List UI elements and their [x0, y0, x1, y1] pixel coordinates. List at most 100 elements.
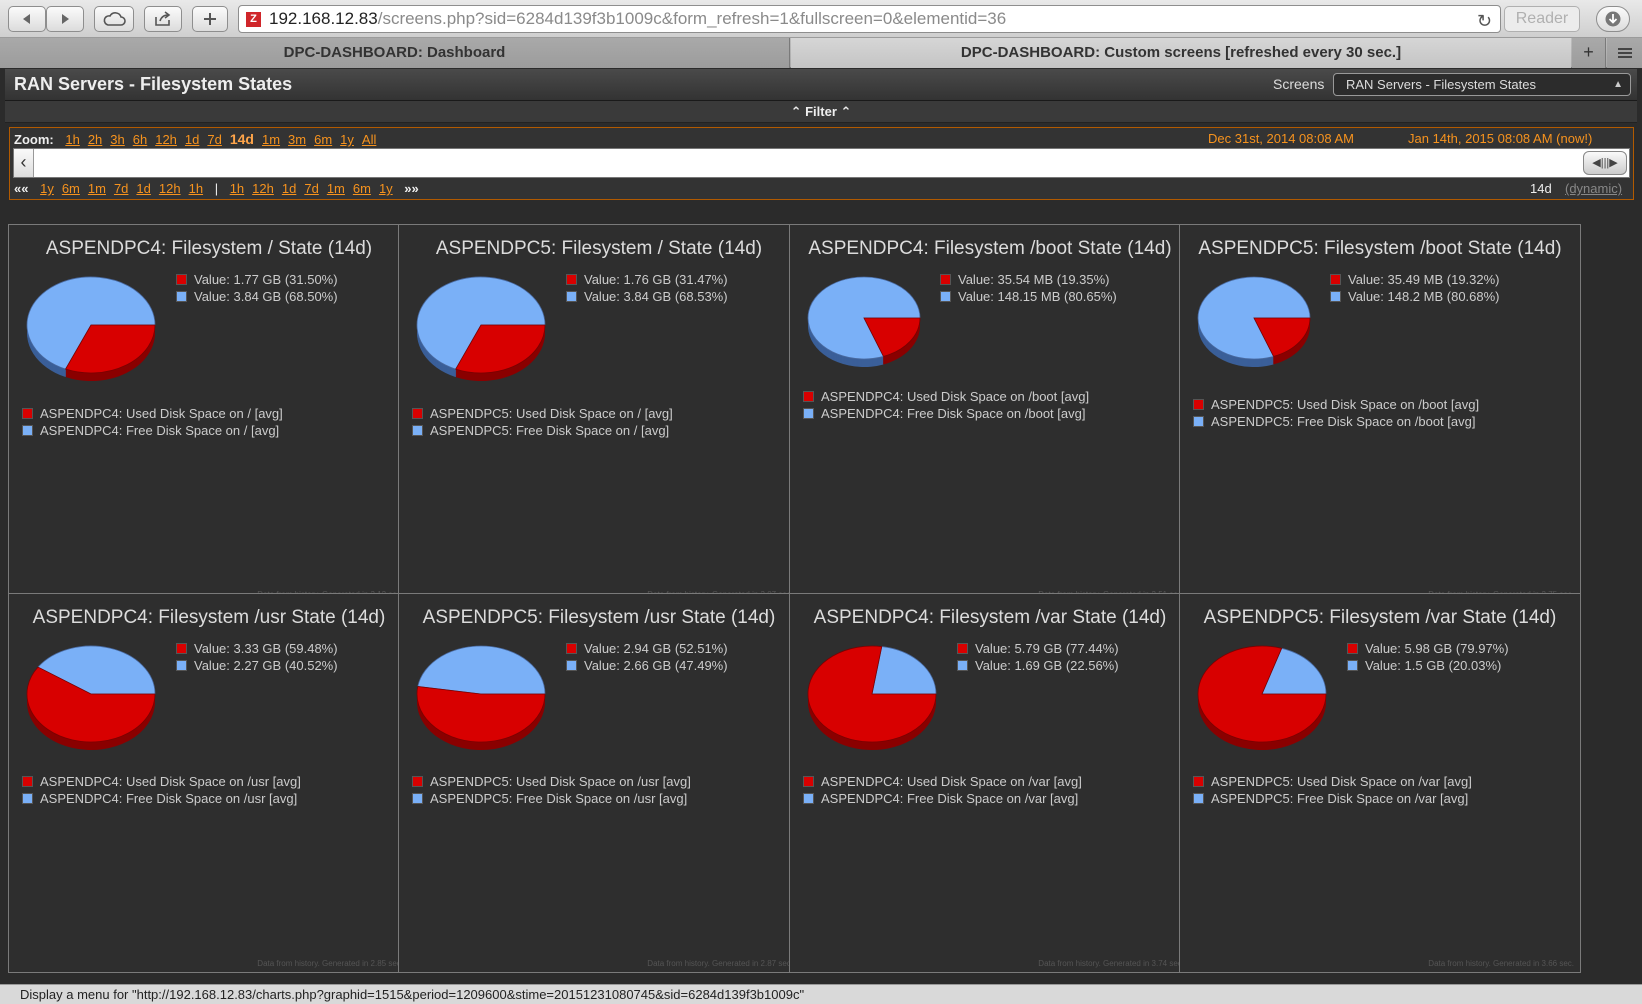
zoom-option-7d[interactable]: 7d — [207, 132, 221, 147]
legend-swatch — [940, 291, 951, 302]
nav-back-arrows[interactable]: «« — [14, 181, 28, 196]
nav-back-7d[interactable]: 7d — [114, 181, 128, 196]
nav-forward-7d[interactable]: 7d — [304, 181, 318, 196]
value-legend: Value: 35.49 MB (19.32%) Value: 148.2 MB … — [1330, 271, 1500, 305]
new-tab-button[interactable] — [192, 6, 228, 32]
nav-forward-1h[interactable]: 1h — [230, 181, 244, 196]
zoom-label: Zoom: — [14, 132, 54, 147]
legend-swatch — [176, 291, 187, 302]
nav-back-1h[interactable]: 1h — [189, 181, 203, 196]
graph-panel[interactable]: ASPENDPC5: Filesystem /boot State (14d) V… — [1179, 224, 1581, 604]
new-tab-plus-icon[interactable]: + — [1572, 38, 1606, 68]
used-series-row: ASPENDPC5: Used Disk Space on /var [avg] — [1193, 773, 1472, 790]
zoom-option-All[interactable]: All — [362, 132, 376, 147]
value-legend: Value: 5.79 GB (77.44%) Value: 1.69 GB (2… — [957, 640, 1119, 674]
free-series-row: ASPENDPC4: Free Disk Space on /usr [avg] — [22, 790, 301, 807]
timeline-control: Zoom: 1h 2h 3h 6h 12h 1d 7d 14d 1m 3m 6m 1y All Dec … — [9, 127, 1634, 200]
free-value-row: Value: 148.2 MB (80.68%) — [1330, 288, 1500, 305]
used-value-row: Value: 2.94 GB (52.51%) — [566, 640, 728, 657]
pie-chart — [807, 276, 921, 367]
address-bar[interactable]: Z 192.168.12.83/screens.php?sid=6284d139… — [238, 5, 1501, 33]
nav-forward-1d[interactable]: 1d — [282, 181, 296, 196]
nav-forward-1y[interactable]: 1y — [379, 181, 393, 196]
zoom-option-1h[interactable]: 1h — [65, 132, 79, 147]
zoom-option-6h[interactable]: 6h — [133, 132, 147, 147]
used-series-label: ASPENDPC5: Used Disk Space on / [avg] — [430, 406, 673, 421]
zoom-option-1y[interactable]: 1y — [340, 132, 354, 147]
zoom-option-3m[interactable]: 3m — [288, 132, 306, 147]
used-series-row: ASPENDPC4: Used Disk Space on /var [avg] — [803, 773, 1082, 790]
zoom-option-2h[interactable]: 2h — [88, 132, 102, 147]
graph-panel[interactable]: ASPENDPC5: Filesystem /var State (14d) Va… — [1179, 593, 1581, 973]
nav-forward-options: 1h 12h 1d 7d 1m 6m 1y — [230, 181, 401, 196]
free-value-row: Value: 2.66 GB (47.49%) — [566, 657, 728, 674]
back-button[interactable] — [8, 6, 46, 32]
nav-back-1m[interactable]: 1m — [88, 181, 106, 196]
graph-title: ASPENDPC5: Filesystem /var State (14d) — [1203, 607, 1557, 628]
forward-button[interactable] — [46, 6, 84, 32]
value-legend: Value: 1.77 GB (31.50%) Value: 3.84 GB (6… — [176, 271, 338, 305]
used-series-row: ASPENDPC5: Used Disk Space on / [avg] — [412, 405, 673, 422]
chevron-up-icon: ⌃ — [790, 104, 802, 119]
nav-forward-1m[interactable]: 1m — [327, 181, 345, 196]
free-value: Value: 3.84 GB (68.53%) — [584, 289, 728, 304]
icloud-button[interactable] — [94, 6, 134, 32]
free-value-row: Value: 1.5 GB (20.03%) — [1347, 657, 1509, 674]
tab-custom-screens[interactable]: DPC-DASHBOARD: Custom screens [refreshed… — [791, 38, 1571, 68]
nav-forward-arrows[interactable]: »» — [404, 181, 418, 196]
period-dynamic-toggle[interactable]: (dynamic) — [1565, 181, 1622, 196]
zoom-option-12h[interactable]: 12h — [155, 132, 177, 147]
graph-panel[interactable]: ASPENDPC5: Filesystem /usr State (14d) Va… — [398, 593, 800, 973]
timeline-scrollbar[interactable]: ‹ ◀|||▶ — [13, 148, 1630, 178]
tab-dashboard[interactable]: DPC-DASHBOARD: Dashboard — [0, 38, 790, 68]
zoom-option-3h[interactable]: 3h — [110, 132, 124, 147]
scroll-left-arrow-icon[interactable]: ‹ — [14, 149, 34, 177]
reader-button[interactable]: Reader — [1504, 6, 1580, 32]
plus-icon — [204, 13, 216, 25]
nav-forward-12h[interactable]: 12h — [252, 181, 274, 196]
nav-separator: | — [214, 181, 219, 196]
pie-chart — [26, 276, 156, 381]
used-series-row: ASPENDPC4: Used Disk Space on /boot [avg… — [803, 388, 1089, 405]
free-series-label: ASPENDPC4: Free Disk Space on /boot [avg… — [821, 406, 1086, 421]
free-value: Value: 1.69 GB (22.56%) — [975, 658, 1119, 673]
zoom-option-1m[interactable]: 1m — [262, 132, 280, 147]
legend-swatch — [22, 776, 33, 787]
reload-icon[interactable]: ↻ — [1477, 8, 1492, 32]
graph-panel[interactable]: ASPENDPC4: Filesystem /var State (14d) Va… — [789, 593, 1191, 973]
legend-swatch — [412, 408, 423, 419]
filter-toggle[interactable]: ⌃ Filter ⌃ — [5, 101, 1637, 123]
nav-back-1y[interactable]: 1y — [40, 181, 54, 196]
zoom-option-6m[interactable]: 6m — [314, 132, 332, 147]
pie-chart — [26, 645, 156, 750]
page-title: RAN Servers - Filesystem States — [14, 74, 293, 94]
legend-swatch — [176, 274, 187, 285]
nav-back-1d[interactable]: 1d — [136, 181, 150, 196]
series-legend: ASPENDPC5: Used Disk Space on /boot [avg… — [1193, 396, 1479, 430]
free-value: Value: 1.5 GB (20.03%) — [1365, 658, 1502, 673]
share-icon — [155, 11, 171, 26]
zoom-option-14d[interactable]: 14d — [230, 131, 254, 147]
pie-chart — [416, 645, 546, 750]
share-button[interactable] — [144, 6, 182, 32]
graph-panel[interactable]: ASPENDPC5: Filesystem / State (14d) Value… — [398, 224, 800, 604]
screens-select[interactable]: RAN Servers - Filesystem States ▲▼ — [1333, 73, 1631, 111]
graph-panel[interactable]: ASPENDPC4: Filesystem /boot State (14d) V… — [789, 224, 1191, 604]
pie-free-slice — [871, 646, 937, 695]
zoom-option-1d[interactable]: 1d — [185, 132, 199, 147]
nav-back-options: 1y 6m 1m 7d 1d 12h 1h — [40, 181, 211, 196]
graph-panel[interactable]: ASPENDPC4: Filesystem /usr State (14d) Va… — [8, 593, 410, 973]
graph-panel[interactable]: ASPENDPC4: Filesystem / State (14d) Value… — [8, 224, 410, 604]
downloads-button[interactable] — [1596, 6, 1630, 32]
series-legend: ASPENDPC5: Used Disk Space on /usr [avg]… — [412, 773, 691, 807]
nav-forward-6m[interactable]: 6m — [353, 181, 371, 196]
scroll-thumb[interactable]: ◀|||▶ — [1583, 151, 1627, 175]
graph-title: ASPENDPC4: Filesystem /usr State (14d) — [32, 607, 386, 628]
used-series-label: ASPENDPC4: Used Disk Space on /var [avg] — [821, 774, 1082, 789]
tab-overview-icon[interactable] — [1607, 38, 1642, 68]
used-value-row: Value: 5.79 GB (77.44%) — [957, 640, 1119, 657]
used-series-label: ASPENDPC4: Used Disk Space on /usr [avg] — [40, 774, 301, 789]
nav-back-12h[interactable]: 12h — [159, 181, 181, 196]
graph-footnote: Data from history. Generated in 3.74 sec… — [1038, 959, 1184, 968]
nav-back-6m[interactable]: 6m — [62, 181, 80, 196]
